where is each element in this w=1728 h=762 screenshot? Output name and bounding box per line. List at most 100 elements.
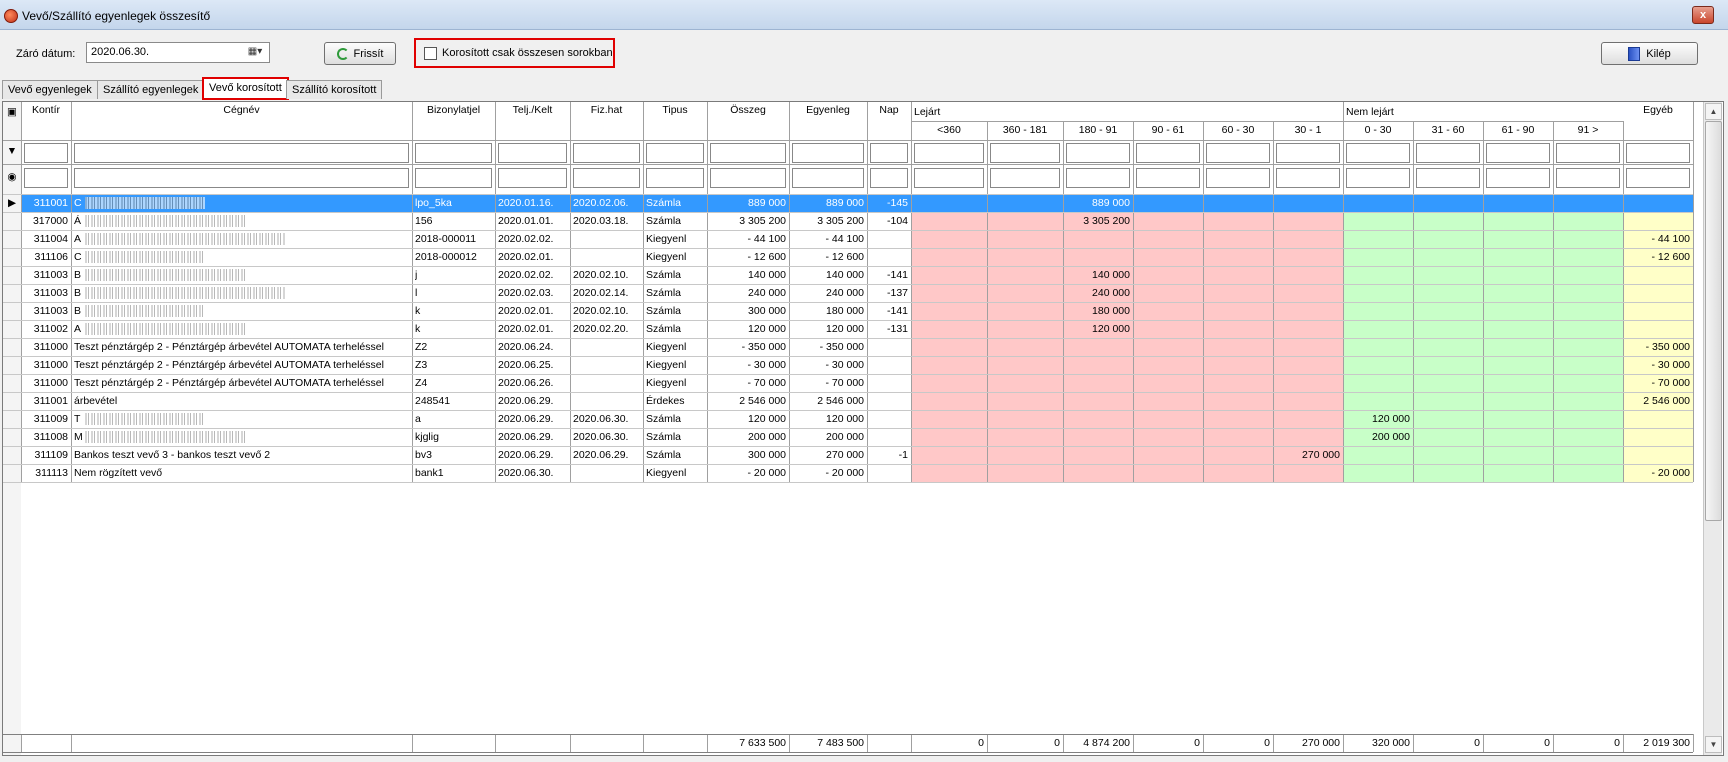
column-search-input[interactable]	[1276, 168, 1340, 188]
table-cell[interactable]: 248541	[415, 395, 492, 408]
table-cell[interactable]: Z4	[415, 377, 492, 390]
table-cell[interactable]: Számla	[646, 269, 704, 282]
table-cell[interactable]: - 20 000	[1626, 467, 1690, 480]
column-filter-input[interactable]	[1416, 143, 1480, 163]
table-cell[interactable]: - 350 000	[710, 341, 786, 354]
table-cell[interactable]: 2020.02.01.	[498, 305, 567, 318]
table-cell[interactable]: 889 000	[1066, 197, 1130, 210]
table-cell[interactable]: 300 000	[710, 305, 786, 318]
table-cell[interactable]: Számla	[646, 197, 704, 210]
table-cell[interactable]: Kiegyenl	[646, 233, 704, 246]
table-cell[interactable]: bank1	[415, 467, 492, 480]
table-cell[interactable]: 2020.06.29.	[573, 449, 640, 462]
table-cell[interactable]: Z2	[415, 341, 492, 354]
table-cell[interactable]: 180 000	[792, 305, 864, 318]
column-filter-input[interactable]	[710, 143, 786, 163]
column-header[interactable]: Egyenleg	[789, 104, 867, 117]
table-cell[interactable]: 200 000	[1346, 431, 1410, 444]
table-cell[interactable]: 120 000	[1066, 323, 1130, 336]
table-cell[interactable]: 120 000	[710, 413, 786, 426]
refresh-button[interactable]: Frissít	[324, 42, 396, 65]
column-search-input[interactable]	[498, 168, 567, 188]
table-cell[interactable]: - 20 000	[792, 467, 864, 480]
table-cell[interactable]: 889 000	[792, 197, 864, 210]
table-cell[interactable]: 317000	[24, 215, 68, 228]
column-filter-input[interactable]	[1486, 143, 1550, 163]
table-cell[interactable]: kjglig	[415, 431, 492, 444]
table-cell[interactable]: 2020.06.29.	[498, 395, 567, 408]
checkbox-box[interactable]	[424, 46, 437, 60]
calendar-dropdown-icon[interactable]: ▦▾	[244, 44, 266, 60]
column-header[interactable]: <360	[911, 124, 987, 137]
table-cell[interactable]: 2020.02.20.	[573, 323, 640, 336]
close-button[interactable]: x	[1692, 6, 1714, 24]
column-filter-input[interactable]	[1276, 143, 1340, 163]
column-chooser-icon[interactable]: ▣	[5, 106, 19, 119]
table-cell[interactable]: 311106	[24, 251, 68, 264]
table-cell[interactable]: 311000	[24, 341, 68, 354]
table-cell[interactable]: -1	[870, 449, 908, 462]
column-search-input[interactable]	[573, 168, 640, 188]
table-cell[interactable]: Számla	[646, 323, 704, 336]
column-header[interactable]: Telj./Kelt	[495, 104, 570, 117]
table-cell[interactable]: 270 000	[1276, 449, 1340, 462]
table-cell[interactable]: Teszt pénztárgép 2 - Pénztárgép árbevéte…	[74, 359, 409, 372]
column-search-input[interactable]	[74, 168, 409, 188]
table-cell[interactable]: 2020.01.16.	[498, 197, 567, 210]
table-cell[interactable]: 140 000	[710, 269, 786, 282]
table-cell[interactable]: 2 546 000	[710, 395, 786, 408]
column-header[interactable]: 60 - 30	[1203, 124, 1273, 137]
table-cell[interactable]: Teszt pénztárgép 2 - Pénztárgép árbevéte…	[74, 341, 409, 354]
table-cell[interactable]: 2020.06.30.	[498, 467, 567, 480]
column-filter-input[interactable]	[1136, 143, 1200, 163]
table-cell[interactable]: 120 000	[792, 413, 864, 426]
table-cell[interactable]: bv3	[415, 449, 492, 462]
column-header[interactable]: 90 - 61	[1133, 124, 1203, 137]
table-cell[interactable]: -137	[870, 287, 908, 300]
table-cell[interactable]: 120 000	[1346, 413, 1410, 426]
column-search-input[interactable]	[646, 168, 704, 188]
column-search-input[interactable]	[1136, 168, 1200, 188]
table-cell[interactable]: 2020.06.25.	[498, 359, 567, 372]
table-cell[interactable]: Z3	[415, 359, 492, 372]
table-cell[interactable]: 311000	[24, 377, 68, 390]
column-search-input[interactable]	[1206, 168, 1270, 188]
table-cell[interactable]: 2 546 000	[792, 395, 864, 408]
scroll-thumb[interactable]	[1705, 121, 1722, 521]
table-cell[interactable]: Számla	[646, 413, 704, 426]
table-cell[interactable]: - 30 000	[792, 359, 864, 372]
table-cell[interactable]: 180 000	[1066, 305, 1130, 318]
table-cell[interactable]: 311009	[24, 413, 68, 426]
exit-button[interactable]: Kilép	[1601, 42, 1698, 65]
table-cell[interactable]: - 44 100	[1626, 233, 1690, 246]
table-cell[interactable]: l	[415, 287, 492, 300]
table-cell[interactable]: 311001	[24, 395, 68, 408]
table-cell[interactable]: Számla	[646, 287, 704, 300]
table-cell[interactable]: 140 000	[1066, 269, 1130, 282]
vertical-scrollbar[interactable]: ▲ ▼	[1703, 102, 1722, 755]
column-filter-input[interactable]	[1346, 143, 1410, 163]
table-cell[interactable]: 2020.02.03.	[498, 287, 567, 300]
table-cell[interactable]: 311003	[24, 287, 68, 300]
column-header[interactable]: Fiz.hat	[570, 104, 643, 117]
column-header[interactable]: Tipus	[643, 104, 707, 117]
column-search-input[interactable]	[1626, 168, 1690, 188]
table-cell[interactable]: Bankos teszt vevő 3 - bankos teszt vevő …	[74, 449, 409, 462]
column-header[interactable]: 360 - 181	[987, 124, 1063, 137]
column-header[interactable]: 30 - 1	[1273, 124, 1343, 137]
filter-icon[interactable]: ▼	[5, 145, 19, 158]
table-cell[interactable]: 311008	[24, 431, 68, 444]
column-search-input[interactable]	[1346, 168, 1410, 188]
tab-customer-aged[interactable]: Vevő korosított	[202, 77, 289, 100]
column-search-input[interactable]	[1556, 168, 1620, 188]
table-cell[interactable]: 120 000	[710, 323, 786, 336]
column-search-input[interactable]	[792, 168, 864, 188]
table-cell[interactable]: 311003	[24, 269, 68, 282]
table-cell[interactable]: 2020.01.01.	[498, 215, 567, 228]
table-cell[interactable]: Számla	[646, 215, 704, 228]
table-cell[interactable]: -145	[870, 197, 908, 210]
table-cell[interactable]: - 350 000	[792, 341, 864, 354]
table-cell[interactable]: 2020.06.30.	[573, 431, 640, 444]
table-cell[interactable]: Számla	[646, 431, 704, 444]
table-cell[interactable]: 2020.02.02.	[498, 269, 567, 282]
